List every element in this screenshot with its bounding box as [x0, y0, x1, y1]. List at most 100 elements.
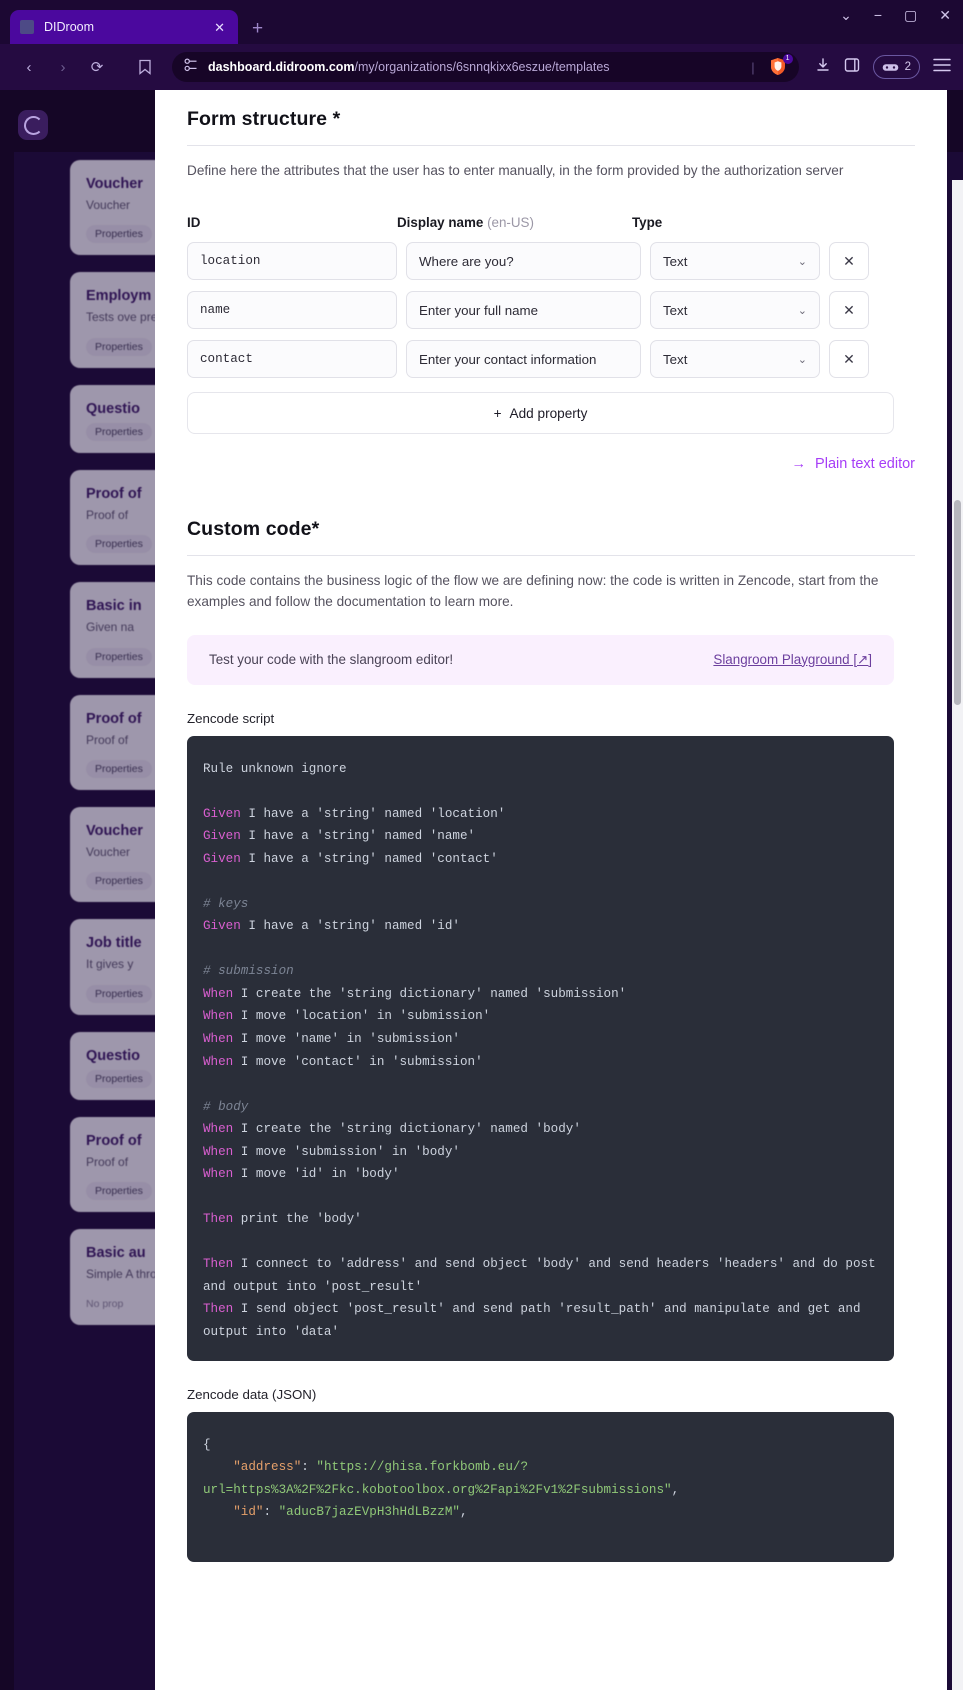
- didroom-favicon-icon: [20, 20, 34, 34]
- code-keyword: Given: [203, 829, 241, 844]
- form-structure-row: location Where are you? Text ⌄ ✕: [187, 242, 915, 281]
- property-type-select[interactable]: Text ⌄: [650, 291, 820, 330]
- property-display-name-input[interactable]: Enter your contact information: [406, 340, 641, 379]
- code-text: I send object 'post_result' and send pat…: [203, 1302, 869, 1339]
- close-tab-icon[interactable]: ✕: [211, 19, 228, 36]
- tab-title: DIDroom: [44, 20, 95, 34]
- form-structure-row: name Enter your full name Text ⌄ ✕: [187, 291, 915, 330]
- remove-property-button[interactable]: ✕: [829, 291, 869, 330]
- scrollbar-thumb[interactable]: [954, 500, 961, 705]
- form-structure-row: contact Enter your contact information Tex…: [187, 340, 915, 379]
- template-card-properties-chip: Properties: [86, 1182, 152, 1201]
- plus-icon: +: [493, 405, 502, 421]
- brave-shields-icon[interactable]: 1: [769, 54, 793, 77]
- zencode-script-editor[interactable]: Rule unknown ignore Given I have a 'stri…: [187, 735, 894, 1361]
- code-text: I move 'contact' in 'submission': [233, 1054, 483, 1069]
- page-scrollbar[interactable]: [952, 180, 963, 1690]
- code-keyword: Given: [203, 806, 241, 821]
- tab-list-chevron-icon[interactable]: ⌄: [840, 8, 852, 22]
- close-window-icon[interactable]: ✕: [939, 8, 951, 22]
- property-type-select[interactable]: Text ⌄: [650, 242, 820, 281]
- add-property-button[interactable]: + Add property: [187, 392, 894, 435]
- code-text: {: [203, 1437, 211, 1452]
- form-structure-column-headers: ID Display name (en-US) Type: [187, 215, 915, 230]
- chevron-down-icon: ⌄: [797, 304, 807, 317]
- zencode-script-label: Zencode script: [187, 710, 275, 726]
- plain-text-editor-link[interactable]: → Plain text editor: [187, 456, 915, 472]
- code-json-key: "address": [233, 1460, 302, 1475]
- omnibox-separator: |: [751, 59, 755, 75]
- forward-button[interactable]: ›: [46, 52, 80, 82]
- column-header-type: Type: [632, 215, 663, 231]
- column-header-display-name: Display name (en-US): [397, 215, 534, 231]
- divider: [187, 145, 915, 146]
- plain-text-editor-label: Plain text editor: [815, 456, 915, 473]
- extensions-count: 2: [904, 61, 911, 73]
- form-structure-description: Define here the attributes that the user…: [187, 163, 844, 178]
- browser-tab[interactable]: DIDroom ✕: [10, 10, 238, 44]
- minimize-window-icon[interactable]: −: [874, 8, 882, 22]
- property-id-input[interactable]: contact: [187, 340, 397, 379]
- site-permissions-icon[interactable]: [184, 58, 198, 77]
- code-keyword: Given: [203, 919, 241, 934]
- code-keyword: Then: [203, 1257, 234, 1272]
- code-text: I move 'id' in 'body': [233, 1167, 400, 1182]
- maximize-window-icon[interactable]: ▢: [904, 8, 917, 22]
- back-button[interactable]: ‹: [12, 52, 46, 82]
- template-editor-panel: Form structure * Define here the attribu…: [155, 90, 947, 1690]
- url-text: dashboard.didroom.com/my/organizations/6…: [208, 60, 737, 74]
- code-text: :: [263, 1505, 279, 1520]
- template-card-properties-chip: Properties: [86, 337, 152, 356]
- code-text: I have a 'string' named 'id': [240, 919, 460, 934]
- code-text: ,: [671, 1482, 680, 1497]
- address-bar[interactable]: dashboard.didroom.com/my/organizations/6…: [172, 52, 799, 82]
- extensions-icon: [882, 63, 898, 71]
- code-keyword: When: [203, 1009, 234, 1024]
- reload-button[interactable]: ⟳: [80, 52, 114, 82]
- main-menu-icon[interactable]: [933, 58, 951, 77]
- slangroom-playground-link[interactable]: Slangroom Playground [↗]: [713, 652, 872, 668]
- sidebar-toggle-icon[interactable]: [844, 57, 860, 78]
- code-text: I have a 'string' named 'contact': [240, 851, 498, 866]
- new-tab-button[interactable]: +: [252, 18, 263, 44]
- template-card-properties-chip: Properties: [86, 1069, 152, 1088]
- code-text: I move 'name' in 'submission': [233, 1031, 460, 1046]
- slangroom-banner-message: Test your code with the slangroom editor…: [209, 652, 454, 668]
- property-id-input[interactable]: name: [187, 291, 397, 330]
- template-card-properties-chip: Properties: [86, 872, 152, 891]
- template-card-properties-chip: No prop: [86, 1297, 124, 1310]
- remove-property-button[interactable]: ✕: [829, 340, 869, 379]
- code-keyword: When: [203, 1054, 234, 1069]
- form-structure-title: Form structure *: [187, 108, 341, 130]
- shields-blocked-count: 1: [782, 54, 793, 64]
- property-type-select[interactable]: Text ⌄: [650, 340, 820, 379]
- column-locale: (en-US): [487, 215, 534, 231]
- code-text: I have a 'string' named 'name': [240, 829, 476, 844]
- zencode-data-editor[interactable]: { "address": "https://ghisa.forkbomb.eu/…: [187, 1411, 894, 1562]
- remove-property-button[interactable]: ✕: [829, 242, 869, 281]
- property-type-value: Text: [663, 253, 688, 269]
- code-keyword: Then: [203, 1302, 234, 1317]
- code-text: I move 'submission' in 'body': [233, 1144, 460, 1159]
- extensions-button[interactable]: 2: [872, 55, 920, 79]
- code-keyword: When: [203, 1144, 234, 1159]
- code-keyword: Given: [203, 851, 241, 866]
- code-comment: # submission: [203, 964, 294, 979]
- toolbar-right-icons: 2: [809, 55, 951, 79]
- bookmark-icon[interactable]: [128, 52, 162, 82]
- template-card-properties-chip: Properties: [86, 647, 152, 666]
- downloads-icon[interactable]: [815, 57, 831, 78]
- property-display-name-input[interactable]: Enter your full name: [406, 291, 641, 330]
- url-path: /my/organizations/6snnqkixx6eszue/templa…: [354, 60, 610, 74]
- code-keyword: When: [203, 1167, 234, 1182]
- template-card-properties-chip: Properties: [86, 759, 152, 778]
- custom-code-title: Custom code*: [187, 518, 320, 541]
- property-display-name-input[interactable]: Where are you?: [406, 242, 641, 281]
- code-text: I create the 'string dictionary' named '…: [233, 1122, 581, 1137]
- property-id-input[interactable]: location: [187, 242, 397, 281]
- url-bar-row: ‹ › ⟳ dashboard.didroom.com/my/organizat…: [0, 44, 963, 90]
- zencode-data-label: Zencode data (JSON): [187, 1386, 317, 1402]
